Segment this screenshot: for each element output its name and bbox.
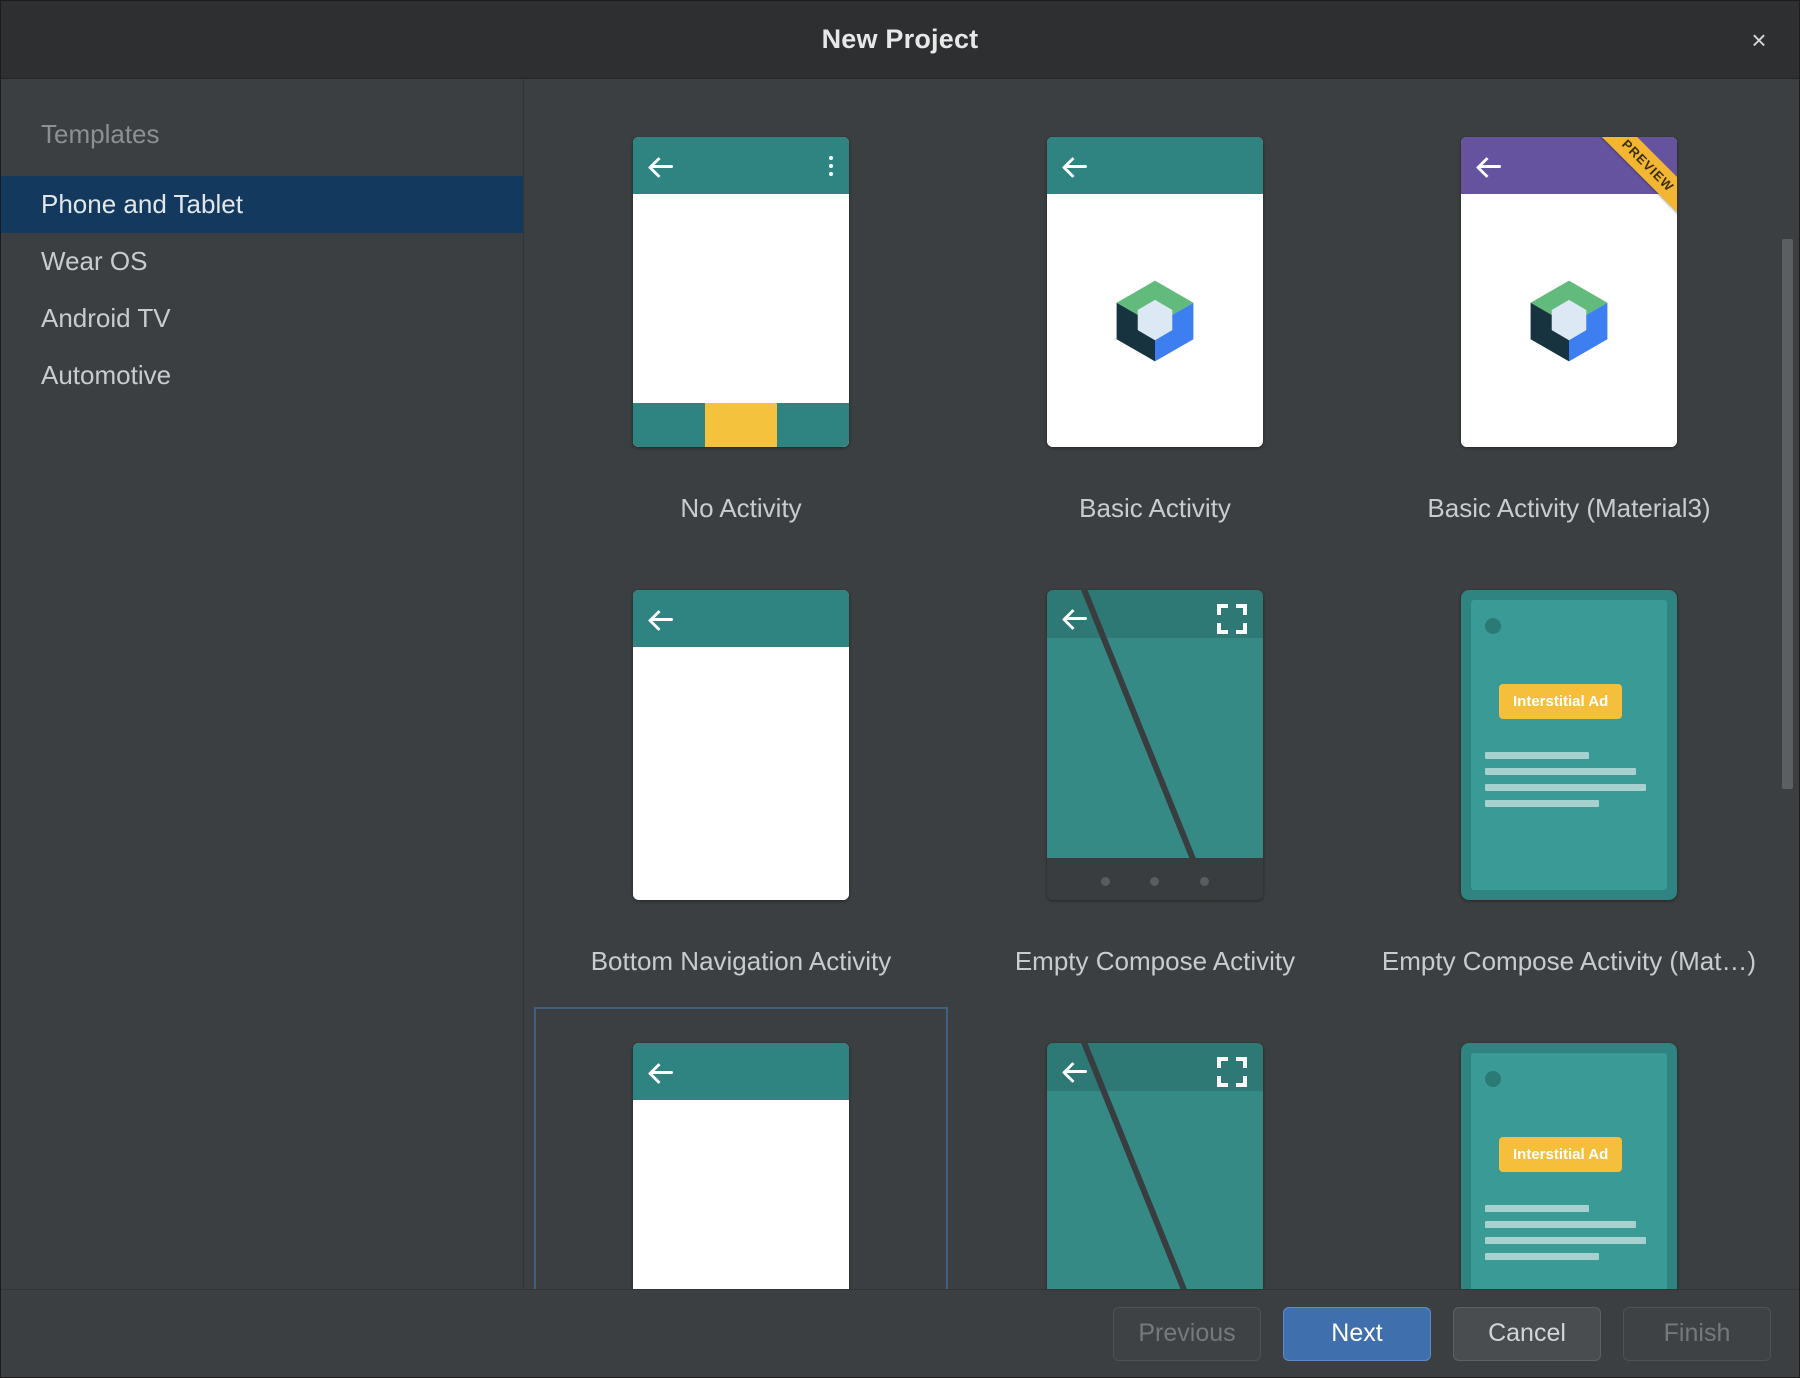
interstitial-ad-badge: Interstitial Ad — [1499, 684, 1622, 719]
page-indicator-dots — [1047, 877, 1263, 886]
sidebar-item-label: Android TV — [41, 303, 171, 333]
back-arrow-icon — [1063, 1058, 1089, 1084]
interstitial-ad-badge: Interstitial Ad — [1499, 1137, 1622, 1172]
fullscreen-area — [1047, 590, 1263, 900]
sidebar-item-label: Automotive — [41, 360, 171, 390]
fullscreen-area — [1047, 1043, 1263, 1289]
bottom-nav-bar — [633, 403, 849, 447]
template-grid: No Activity — [524, 79, 1799, 1289]
template-thumbnail[interactable] — [534, 101, 948, 483]
template-card-empty-compose-activity[interactable]: Empty Compose Activity — [948, 540, 1362, 993]
template-thumbnail[interactable]: PREVIEW — [1362, 101, 1776, 483]
back-arrow-icon — [649, 153, 675, 179]
nav-segment — [633, 403, 705, 447]
template-grid-scrollbar[interactable] — [1781, 79, 1795, 1289]
template-card-empty-compose-activity-material3[interactable]: Interstitial Ad Empty Compose Activity (… — [1362, 540, 1776, 993]
back-arrow-icon — [1063, 605, 1089, 631]
template-thumbnail[interactable] — [948, 101, 1362, 483]
sidebar-item-label: Wear OS — [41, 246, 147, 276]
scrollbar-thumb[interactable] — [1782, 239, 1793, 789]
template-card-bottom-navigation-activity[interactable]: Bottom Navigation Activity — [534, 540, 948, 993]
template-card-empty-activity[interactable]: Empty Activity — [534, 993, 948, 1289]
finish-button[interactable]: Finish — [1623, 1307, 1771, 1361]
sidebar-item-phone-and-tablet[interactable]: Phone and Tablet — [1, 176, 523, 233]
basic-activity-material3-thumbnail-icon: PREVIEW — [1461, 137, 1677, 447]
nav-segment-active — [705, 403, 777, 447]
cancel-button[interactable]: Cancel — [1453, 1307, 1601, 1361]
overflow-menu-icon — [829, 156, 833, 176]
template-card-label: Empty Compose Activity (Mat…) — [1362, 936, 1776, 993]
no-activity-thumbnail-icon — [633, 137, 849, 447]
template-card-label: Basic Activity (Material3) — [1362, 483, 1776, 540]
jetpack-compose-logo-icon — [1521, 273, 1617, 369]
sidebar-item-automotive[interactable]: Automotive — [1, 347, 523, 404]
dialog-titlebar: New Project × — [1, 1, 1799, 79]
appbar — [633, 137, 849, 194]
appbar — [633, 590, 849, 647]
close-icon[interactable]: × — [1735, 16, 1783, 64]
expand-fullscreen-icon — [1217, 1057, 1247, 1087]
template-thumbnail[interactable] — [948, 1007, 1362, 1289]
bottom-navigation-thumbnail-icon — [633, 590, 849, 900]
new-project-dialog: New Project × Templates Phone and Tablet… — [0, 0, 1800, 1378]
dialog-footer: Previous Next Cancel Finish — [1, 1289, 1799, 1377]
template-thumbnail[interactable] — [948, 554, 1362, 936]
sidebar-item-android-tv[interactable]: Android TV — [1, 290, 523, 347]
templates-sidebar: Templates Phone and Tablet Wear OS Andro… — [1, 79, 524, 1289]
template-card-label: No Activity — [534, 483, 948, 540]
back-arrow-icon — [649, 1059, 675, 1085]
dialog-title: New Project — [822, 24, 979, 55]
expand-fullscreen-icon — [1217, 604, 1247, 634]
dialog-body: Templates Phone and Tablet Wear OS Andro… — [1, 79, 1799, 1289]
template-card-label: Empty Compose Activity — [948, 936, 1362, 993]
phone-body — [633, 647, 849, 900]
admob-text-lines — [1485, 752, 1653, 816]
template-thumbnail[interactable] — [534, 554, 948, 936]
template-card-label: Basic Activity — [948, 483, 1362, 540]
template-card-fullscreen-activity[interactable]: Fullscreen Activity — [948, 993, 1362, 1289]
empty-activity-thumbnail-icon — [633, 1043, 849, 1289]
back-arrow-icon — [649, 606, 675, 632]
admob-ads-thumbnail-icon: Interstitial Ad — [1461, 1043, 1677, 1289]
basic-activity-thumbnail-icon — [1047, 137, 1263, 447]
template-card-basic-activity-material3[interactable]: PREVIEW — [1362, 87, 1776, 540]
phone-body — [1047, 194, 1263, 447]
nav-segment — [777, 403, 849, 447]
admob-text-lines — [1485, 1205, 1653, 1269]
admob-thumbnail-icon: Interstitial Ad — [1461, 590, 1677, 900]
appbar — [633, 1043, 849, 1100]
admob-screen: Interstitial Ad — [1471, 1053, 1667, 1289]
appbar — [1047, 137, 1263, 194]
template-card-no-activity[interactable]: No Activity — [534, 87, 948, 540]
template-card-google-admob-ads-activity[interactable]: Interstitial Ad Google AdMob Ads Activit… — [1362, 993, 1776, 1289]
phone-body — [633, 194, 849, 447]
template-card-basic-activity[interactable]: Basic Activity — [948, 87, 1362, 540]
template-thumbnail[interactable]: Interstitial Ad — [1362, 554, 1776, 936]
admob-dot-icon — [1485, 618, 1501, 634]
sidebar-header: Templates — [1, 105, 523, 176]
sidebar-item-label: Phone and Tablet — [41, 189, 243, 219]
fullscreen-preview-thumbnail-icon — [1047, 590, 1263, 900]
next-button[interactable]: Next — [1283, 1307, 1431, 1361]
phone-body — [1461, 194, 1677, 447]
phone-body — [633, 1100, 849, 1289]
admob-screen: Interstitial Ad — [1471, 600, 1667, 890]
previous-button[interactable]: Previous — [1113, 1307, 1261, 1361]
sidebar-item-wear-os[interactable]: Wear OS — [1, 233, 523, 290]
fullscreen-thumbnail-icon — [1047, 1043, 1263, 1289]
template-thumbnail[interactable]: Interstitial Ad — [1362, 1007, 1776, 1289]
back-arrow-icon — [1477, 153, 1503, 179]
back-arrow-icon — [1063, 153, 1089, 179]
template-card-label: Bottom Navigation Activity — [534, 936, 948, 993]
template-thumbnail[interactable] — [534, 1007, 948, 1289]
template-grid-pane: No Activity — [524, 79, 1799, 1289]
jetpack-compose-logo-icon — [1107, 273, 1203, 369]
admob-dot-icon — [1485, 1071, 1501, 1087]
